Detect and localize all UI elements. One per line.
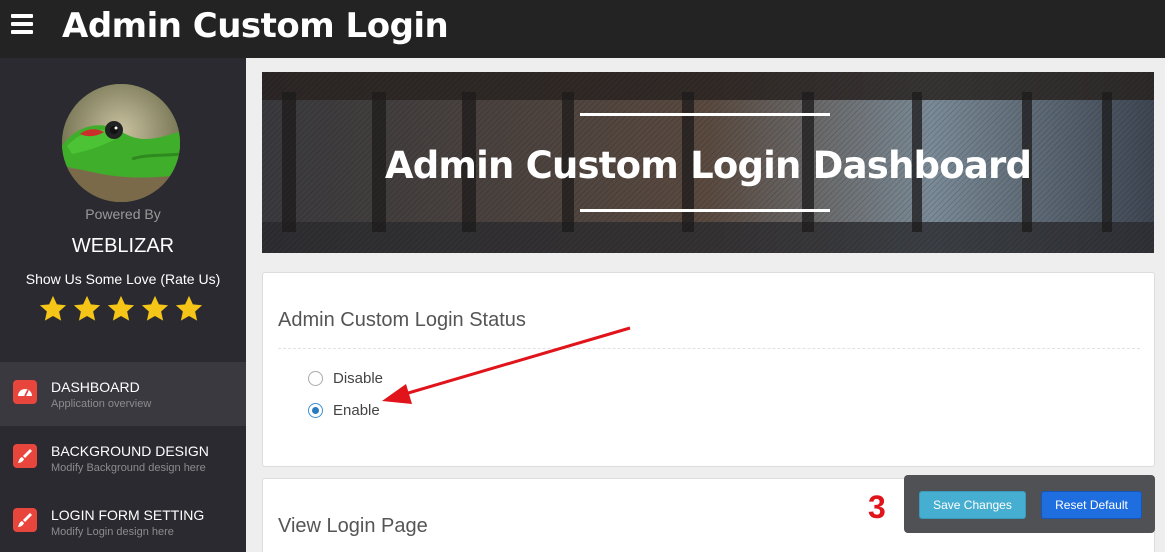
- star-icon[interactable]: [106, 294, 136, 324]
- app-title: Admin Custom Login: [62, 6, 449, 46]
- sidebar-item-label: LOGIN FORM SETTING: [51, 507, 205, 523]
- dashboard-icon: [13, 380, 37, 404]
- sidebar-item-login-form-setting[interactable]: LOGIN FORM SETTING Modify Login design h…: [0, 490, 246, 552]
- enable-radio[interactable]: [308, 403, 323, 418]
- sidebar-item-sub: Application overview: [51, 398, 152, 410]
- action-panel: Save Changes Reset Default: [904, 475, 1155, 533]
- radio-label: Enable: [333, 402, 380, 419]
- status-card: Admin Custom Login Status Disable Enable: [262, 272, 1155, 467]
- star-icon[interactable]: [38, 294, 68, 324]
- sidebar-item-sub: Modify Login design here: [51, 526, 174, 538]
- sidebar-item-sub: Modify Background design here: [51, 462, 206, 474]
- gecko-image: [62, 84, 180, 202]
- banner-divider: [580, 209, 830, 212]
- avatar: [62, 84, 180, 202]
- save-changes-button[interactable]: Save Changes: [919, 491, 1026, 519]
- radio-option-disable[interactable]: Disable: [308, 370, 383, 387]
- card-divider: [278, 348, 1140, 349]
- reset-default-button[interactable]: Reset Default: [1041, 491, 1142, 519]
- brush-icon: [13, 444, 37, 468]
- star-icon[interactable]: [174, 294, 204, 324]
- step-number-annotation: 3: [868, 489, 886, 525]
- dashboard-banner: Admin Custom Login Dashboard: [262, 72, 1154, 253]
- sidebar-item-dashboard[interactable]: DASHBOARD Application overview: [0, 362, 246, 426]
- disable-radio[interactable]: [308, 371, 323, 386]
- sidebar: Powered By WEBLIZAR Show Us Some Love (R…: [0, 58, 246, 552]
- sidebar-item-label: DASHBOARD: [51, 379, 140, 395]
- banner-divider: [580, 113, 830, 116]
- sidebar-item-background-design[interactable]: BACKGROUND DESIGN Modify Background desi…: [0, 426, 246, 490]
- view-login-title: View Login Page: [278, 515, 428, 537]
- star-icon[interactable]: [140, 294, 170, 324]
- brush-icon: [13, 508, 37, 532]
- brand-name: WEBLIZAR: [71, 235, 175, 257]
- rate-us-link[interactable]: Show Us Some Love (Rate Us): [0, 271, 246, 287]
- status-card-title: Admin Custom Login Status: [278, 309, 526, 331]
- powered-by-label: Powered By: [85, 206, 161, 222]
- hamburger-menu-icon[interactable]: [11, 14, 33, 34]
- banner-title: Admin Custom Login Dashboard: [384, 144, 1032, 187]
- sidebar-item-label: BACKGROUND DESIGN: [51, 443, 209, 459]
- top-bar: Admin Custom Login: [0, 0, 1165, 58]
- star-rating[interactable]: [38, 294, 204, 324]
- radio-option-enable[interactable]: Enable: [308, 402, 380, 419]
- radio-label: Disable: [333, 370, 384, 387]
- star-icon[interactable]: [72, 294, 102, 324]
